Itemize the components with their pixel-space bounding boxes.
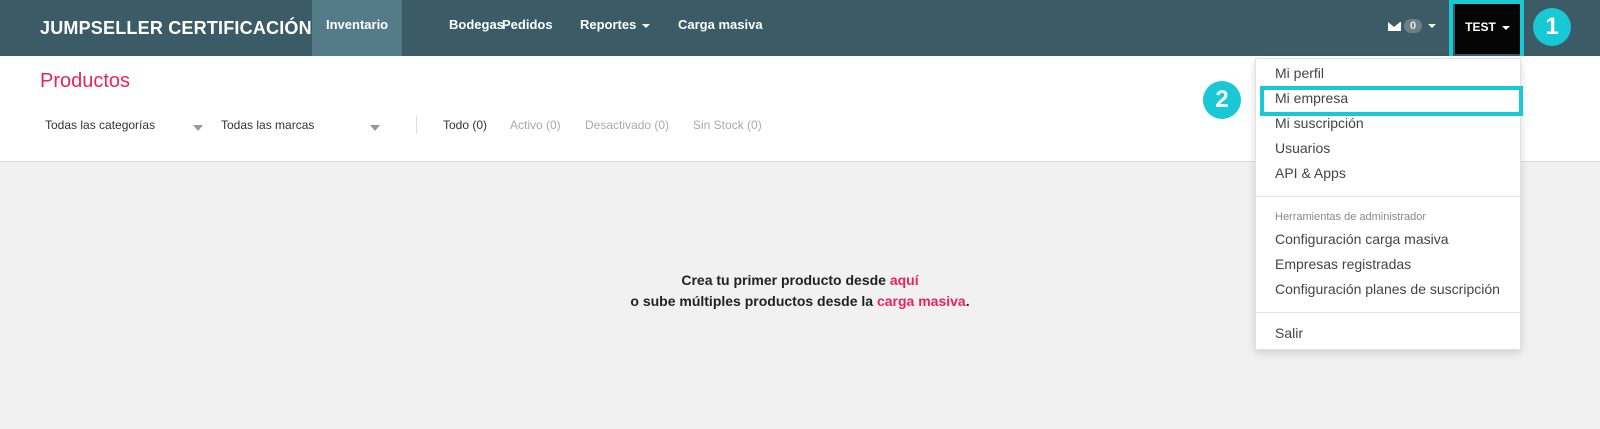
envelope-icon — [1388, 21, 1401, 31]
nav-pedidos[interactable]: Pedidos — [488, 0, 567, 56]
dropdown-arrow-icon — [193, 125, 203, 131]
bulk-upload-link[interactable]: carga masiva — [877, 293, 966, 309]
tab-sin-stock[interactable]: Sin Stock (0) — [693, 118, 762, 132]
step-1-marker: 1 — [1533, 8, 1571, 46]
nav-reportes[interactable]: Reportes — [566, 0, 664, 56]
messages-count-badge: 0 — [1404, 19, 1423, 33]
top-navbar: JUMPSELLER CERTIFICACIÓN Inventario Bode… — [0, 0, 1600, 56]
messages-button[interactable]: 0 — [1388, 16, 1437, 36]
menu-item-usuarios[interactable]: Usuarios — [1275, 140, 1330, 156]
menu-divider — [1256, 196, 1520, 197]
highlight-box-step-1 — [1449, 0, 1524, 60]
nav-carga-masiva[interactable]: Carga masiva — [664, 0, 777, 56]
nav-inventario[interactable]: Inventario — [312, 0, 403, 56]
empty-state-text-2: o sube múltiples productos desde la — [630, 293, 877, 309]
page-title: Productos — [40, 70, 131, 92]
step-2-marker: 2 — [1203, 81, 1241, 119]
chevron-down-icon — [1428, 24, 1437, 28]
dropdown-arrow-icon — [370, 125, 380, 131]
menu-item-mi-suscripcion[interactable]: Mi suscripción — [1275, 115, 1364, 131]
menu-item-config-planes[interactable]: Configuración planes de suscripción — [1275, 281, 1500, 297]
menu-item-salir[interactable]: Salir — [1275, 325, 1303, 341]
tab-todo[interactable]: Todo (0) — [443, 118, 487, 132]
menu-item-config-carga-masiva[interactable]: Configuración carga masiva — [1275, 231, 1449, 247]
brand-filter-select[interactable]: Todas las marcas — [221, 118, 314, 132]
empty-state-text-1: Crea tu primer producto desde — [681, 272, 890, 288]
menu-item-mi-perfil[interactable]: Mi perfil — [1275, 65, 1324, 81]
menu-item-empresas-registradas[interactable]: Empresas registradas — [1275, 256, 1411, 272]
category-filter-select[interactable]: Todas las categorías — [45, 118, 155, 132]
admin-tools-header: Herramientas de administrador — [1275, 211, 1427, 223]
chevron-down-icon — [642, 23, 651, 28]
menu-divider — [1256, 312, 1520, 313]
tab-desactivado[interactable]: Desactivado (0) — [585, 118, 669, 132]
tab-activo[interactable]: Activo (0) — [510, 118, 561, 132]
menu-item-api-apps[interactable]: API & Apps — [1275, 165, 1346, 181]
highlight-box-step-2 — [1260, 86, 1523, 116]
divider — [416, 116, 417, 134]
nav-reportes-label: Reportes — [580, 17, 637, 32]
create-product-link[interactable]: aquí — [890, 272, 919, 288]
empty-state-period: . — [965, 293, 970, 309]
brand-logo[interactable]: JUMPSELLER CERTIFICACIÓN — [40, 0, 312, 56]
